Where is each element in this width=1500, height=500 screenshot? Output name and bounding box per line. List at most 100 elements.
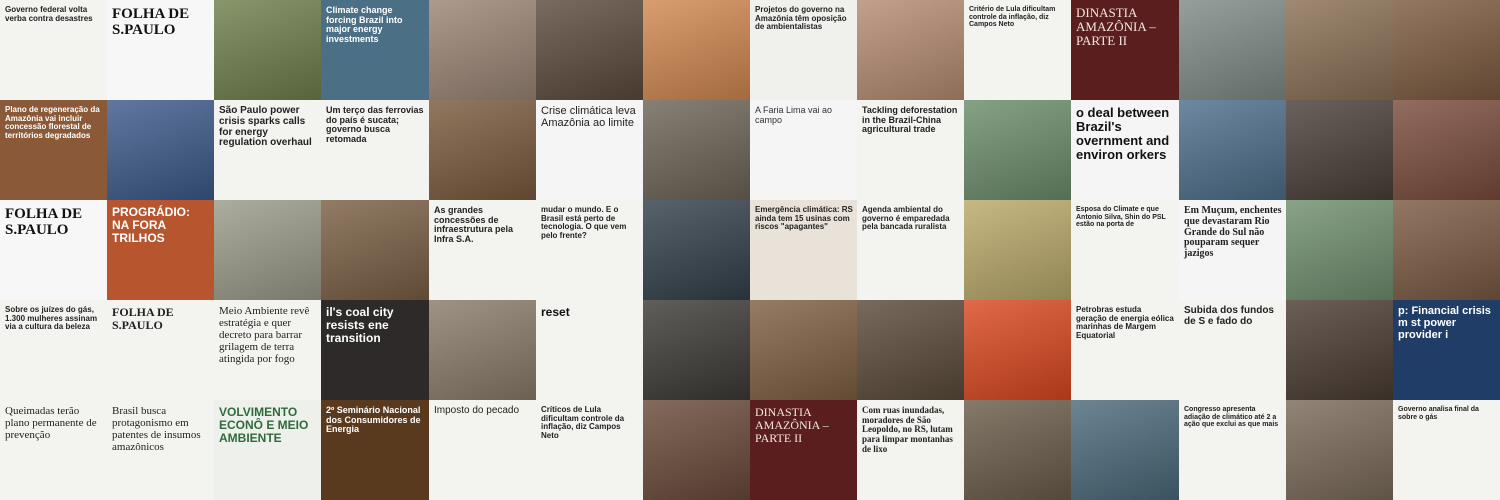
collage-tile: Governo federal volta verba contra desas…	[0, 0, 109, 101]
tile-headline: FOLHA DE S.PAULO	[112, 305, 174, 332]
collage-tile: Critério de Lula dificultam controle da …	[964, 0, 1073, 101]
collage-tile	[1286, 400, 1395, 500]
tile-headline: 2º Seminário Nacional dos Consumidores d…	[326, 405, 421, 435]
tile-headline: DINASTIA AMAZÔNIA – PARTE II	[1076, 5, 1156, 49]
photo-placeholder	[214, 0, 322, 100]
tile-headline: Em Muçum, enchentes que devastaram Rio G…	[1184, 205, 1282, 260]
photo-placeholder	[536, 0, 644, 100]
collage-tile: Congresso apresenta adiação de climático…	[1179, 400, 1288, 500]
photo-placeholder	[429, 100, 537, 200]
collage-tile: FOLHA DE S.PAULO	[0, 200, 109, 301]
photo-placeholder	[429, 300, 537, 400]
collage-tile: FOLHA DE S.PAULO	[107, 300, 216, 401]
tile-headline: Um terço das ferrovias do país é sucata;…	[326, 105, 424, 145]
tile-headline: Sobre os juízes do gás, 1.300 mulheres a…	[5, 305, 98, 332]
tile-headline: Queimadas terão plano permanente de prev…	[5, 405, 97, 441]
collage-tile: Projetos do governo na Amazônia têm opos…	[750, 0, 859, 101]
photo-placeholder	[643, 100, 751, 200]
collage-tile: Um terço das ferrovias do país é sucata;…	[321, 100, 430, 201]
tile-headline: As grandes concessões de infraestrutura …	[434, 205, 514, 245]
tile-headline: DINASTIA AMAZÔNIA – PARTE II	[755, 405, 829, 445]
tile-headline: Petrobras estuda geração de energia eóli…	[1076, 305, 1174, 340]
collage-tile: DINASTIA AMAZÔNIA – PARTE II	[750, 400, 859, 500]
collage-tile	[429, 0, 538, 101]
photo-placeholder	[1179, 100, 1287, 200]
tile-headline: São Paulo power crisis sparks calls for …	[219, 105, 312, 149]
tile-headline: Com ruas inundadas, moradores de São Leo…	[862, 405, 953, 454]
tile-headline: Brasil busca protagonismo em patentes de…	[112, 405, 201, 453]
tile-headline: il's coal city resists ene transition	[326, 305, 394, 345]
collage-tile: PROGRÁDIO: NA FORA TRILHOS	[107, 200, 216, 301]
tile-headline: Plano de regeneração da Amazônia vai inc…	[5, 105, 100, 140]
collage-tile	[1179, 100, 1288, 201]
collage-tile: As grandes concessões de infraestrutura …	[429, 200, 538, 301]
collage-tile: Emergência climática: RS ainda tem 15 us…	[750, 200, 859, 301]
photo-placeholder	[1393, 200, 1500, 300]
photo-placeholder	[1179, 0, 1287, 100]
collage-tile: Sobre os juízes do gás, 1.300 mulheres a…	[0, 300, 109, 401]
collage-tile: mudar o mundo. E o Brasil está perto de …	[536, 200, 645, 301]
photo-placeholder	[429, 0, 537, 100]
collage-tile: São Paulo power crisis sparks calls for …	[214, 100, 323, 201]
collage-tile: A Faria Lima vai ao campo	[750, 100, 859, 201]
tile-headline: Congresso apresenta adiação de climático…	[1184, 406, 1279, 429]
tile-headline: Projetos do governo na Amazônia têm opos…	[755, 5, 847, 32]
collage-tile: Esposa do Climate e que Antonio Silva, S…	[1071, 200, 1180, 301]
tile-headline: A Faria Lima vai ao campo	[755, 105, 833, 125]
tile-headline: Esposa do Climate e que Antonio Silva, S…	[1076, 206, 1166, 229]
photo-placeholder	[1286, 400, 1394, 500]
collage-tile	[1393, 0, 1500, 101]
tile-headline: Imposto do pecado	[434, 405, 520, 416]
tile-headline: Meio Ambiente revê estratégia e quer dec…	[219, 305, 310, 365]
tile-headline: Governo analisa final da sobre o gás	[1398, 406, 1479, 421]
collage-tile: 2º Seminário Nacional dos Consumidores d…	[321, 400, 430, 500]
photo-placeholder	[107, 100, 215, 200]
photo-placeholder	[964, 300, 1072, 400]
tile-headline: Climate change forcing Brazil into major…	[326, 5, 403, 45]
photo-placeholder	[1071, 400, 1179, 500]
photo-placeholder	[1286, 0, 1394, 100]
tile-headline: Tackling deforestation in the Brazil-Chi…	[862, 105, 958, 135]
tile-headline: Subida dos fundos de S e fado do	[1184, 305, 1274, 327]
photo-placeholder	[643, 300, 751, 400]
collage-tile: DINASTIA AMAZÔNIA – PARTE II	[1071, 0, 1180, 101]
photo-placeholder	[1393, 100, 1500, 200]
collage-tile: Petrobras estuda geração de energia eóli…	[1071, 300, 1180, 401]
collage-tile	[1286, 100, 1395, 201]
collage-tile	[964, 300, 1073, 401]
collage-tile	[857, 300, 966, 401]
collage-tile	[214, 0, 323, 101]
photo-placeholder	[857, 300, 965, 400]
collage-tile: reset	[536, 300, 645, 401]
photo-placeholder	[214, 200, 322, 300]
collage-tile	[214, 200, 323, 301]
tile-headline: Crise climática leva Amazônia ao limite	[541, 105, 636, 129]
tile-headline: mudar o mundo. E o Brasil está perto de …	[541, 205, 627, 240]
tile-headline: o deal between Brazil's overnment and en…	[1076, 105, 1170, 163]
photo-placeholder	[964, 200, 1072, 300]
collage-tile	[964, 400, 1073, 500]
collage-tile	[107, 100, 216, 201]
tile-headline: FOLHA DE S.PAULO	[112, 6, 190, 39]
collage-tile: Com ruas inundadas, moradores de São Leo…	[857, 400, 966, 500]
collage-tile: Plano de regeneração da Amazônia vai inc…	[0, 100, 109, 201]
photo-placeholder	[1286, 200, 1394, 300]
collage-tile: Brasil busca protagonismo em patentes de…	[107, 400, 216, 500]
collage-tile	[643, 100, 752, 201]
photo-placeholder	[1286, 100, 1394, 200]
collage-tile: Tackling deforestation in the Brazil-Chi…	[857, 100, 966, 201]
collage-tile: Climate change forcing Brazil into major…	[321, 0, 430, 101]
collage-tile	[1393, 100, 1500, 201]
collage-tile: Subida dos fundos de S e fado do	[1179, 300, 1288, 401]
tile-headline: FOLHA DE S.PAULO	[5, 206, 83, 239]
collage-tile	[1286, 300, 1395, 401]
photo-placeholder	[643, 200, 751, 300]
collage-tile	[429, 100, 538, 201]
tile-headline: VOLVIMENTO ECONÔ E MEIO AMBIENTE	[219, 405, 309, 445]
collage-banner: Governo federal volta verba contra desas…	[0, 0, 1500, 500]
photo-placeholder	[643, 400, 751, 500]
tile-headline: PROGRÁDIO: NA FORA TRILHOS	[112, 205, 190, 245]
collage-tile: Meio Ambiente revê estratégia e quer dec…	[214, 300, 323, 401]
tile-headline: Críticos de Lula dificultam controle da …	[541, 405, 625, 440]
collage-tile	[964, 200, 1073, 301]
